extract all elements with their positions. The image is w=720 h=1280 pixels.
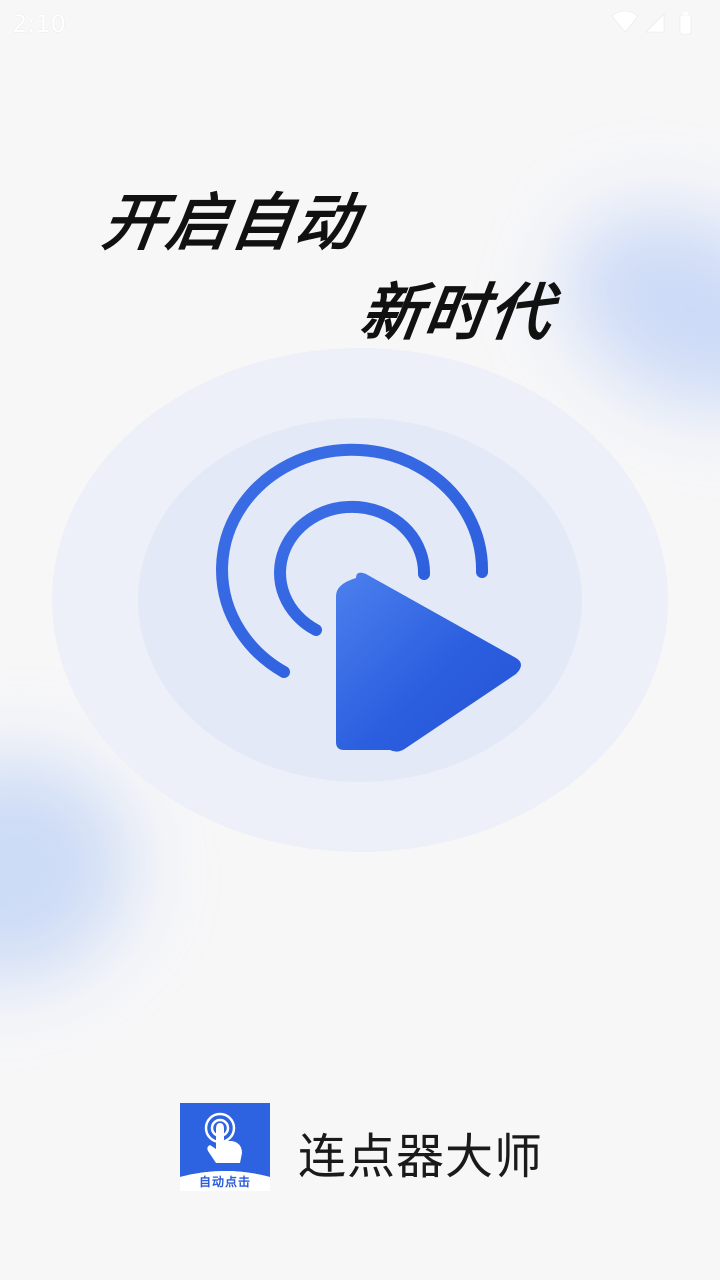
headline-line-2: 新时代 [356, 276, 559, 349]
headline-line-1: 开启自动 [98, 186, 365, 259]
status-time: 2:10 [12, 10, 66, 38]
logo-caption: 自动点击 [198, 1175, 251, 1189]
brand-footer: 自动点击 连点器大师 [180, 1103, 560, 1193]
battery-icon [679, 12, 692, 35]
app-name: 连点器大师 [298, 1129, 544, 1185]
hero-illustration [52, 348, 668, 852]
status-bar: 2:10 [0, 0, 720, 48]
cellular-signal-icon [645, 13, 665, 33]
status-icons [611, 10, 692, 35]
wifi-icon [611, 10, 639, 33]
